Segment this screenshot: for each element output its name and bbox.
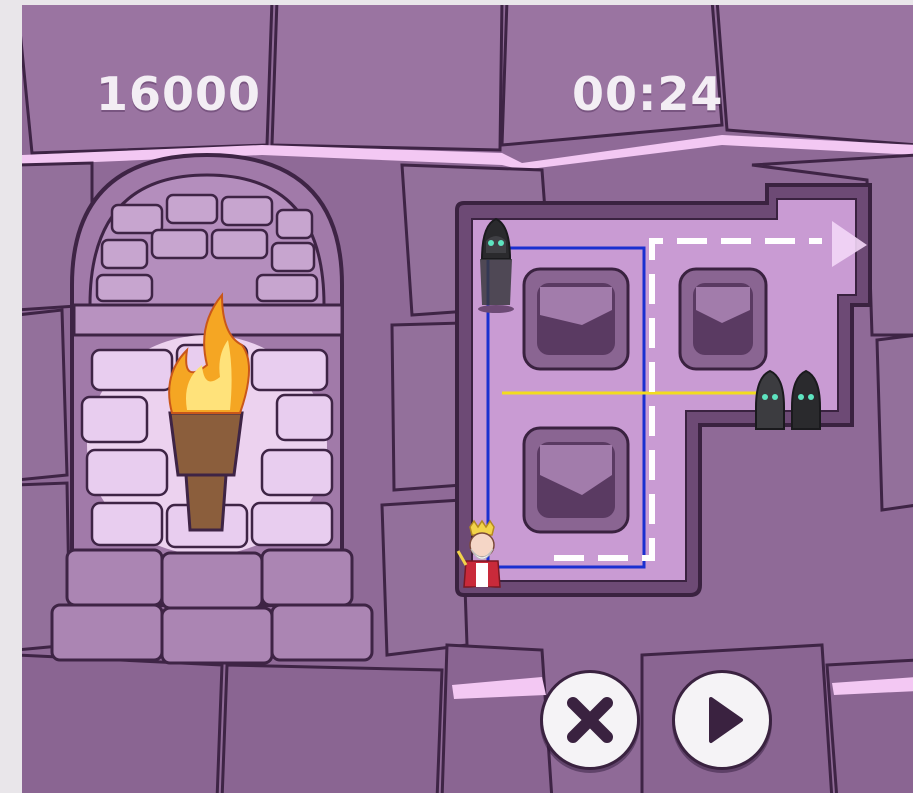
maze-board bbox=[455, 183, 872, 597]
close-x-icon bbox=[567, 697, 613, 743]
guard-enemy bbox=[791, 369, 821, 430]
score-counter: 16000 bbox=[96, 67, 262, 121]
game-viewport: 16000 00:24 bbox=[22, 5, 913, 793]
play-button[interactable] bbox=[672, 670, 772, 770]
game-screen: 16000 00:24 bbox=[0, 0, 913, 793]
play-triangle-icon bbox=[709, 697, 743, 743]
cancel-button[interactable] bbox=[540, 670, 640, 770]
countdown-timer: 00:24 bbox=[572, 67, 724, 121]
guard-enemy bbox=[755, 369, 785, 430]
